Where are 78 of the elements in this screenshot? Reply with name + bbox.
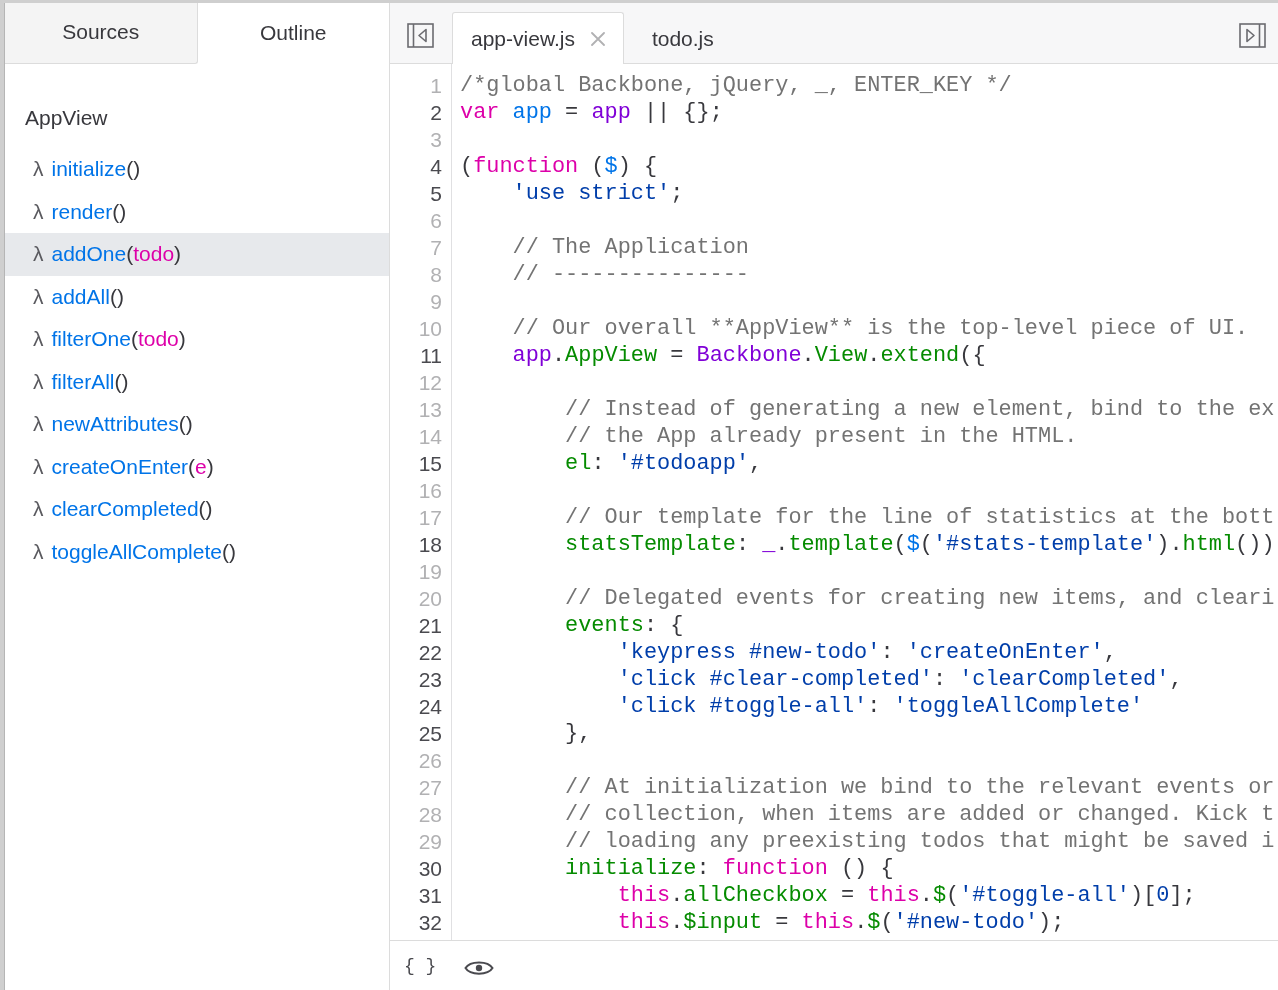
line-number: 5 [430, 181, 442, 207]
code-line: // The Application [512, 234, 749, 261]
code-line: /*global Backbone, jQuery, _, ENTER_KEY */ [460, 72, 1012, 99]
outline-item[interactable]: λ toggleAllComplete() [5, 530, 389, 573]
pane-left-icon [407, 22, 434, 48]
toggle-sidebar-button[interactable] [407, 22, 434, 48]
code-line: // the App already present in the HTML. [565, 423, 1078, 450]
code-line: initialize: function () { [565, 855, 894, 882]
sidebar-tab[interactable]: Sources [5, 3, 198, 64]
line-number: 31 [418, 883, 442, 909]
code-line: events: { [565, 612, 684, 639]
code-line: (function ($) { [460, 153, 658, 180]
line-number: 25 [418, 721, 442, 747]
file-tab-label: app-view.js [471, 26, 575, 51]
line-number: 13 [418, 397, 442, 423]
code-line: // Our overall **AppView** is the top-level piece of UI. [512, 315, 1249, 342]
code-line: // At initialization we bind to the relevant events or [565, 774, 1275, 801]
line-number: 10 [418, 316, 442, 342]
code-line: // Instead of generating a new element, bind to the ex [565, 396, 1275, 423]
line-number: 24 [418, 694, 442, 720]
pretty-print-button[interactable]: { } [404, 955, 437, 976]
outline-item[interactable]: λ addAll() [5, 275, 389, 318]
outline-item[interactable]: λ filterOne(todo) [5, 318, 389, 361]
code-line: 'click #toggle-all': 'toggleAllComplete' [617, 693, 1144, 720]
code-line: var app = app || {}; [460, 99, 723, 126]
file-tab[interactable]: app-view.js [452, 12, 624, 64]
code-line: // --------------- [512, 261, 749, 288]
code-line: app.AppView = Backbone.View.extend({ [512, 342, 986, 369]
line-number: 30 [418, 856, 442, 882]
code-line: // Our template for the line of statistics at the bott [565, 504, 1275, 531]
outline-item[interactable]: λ addOne(todo) [5, 233, 389, 276]
code-line: this.allCheckbox = this.$('#toggle-all')[0]; [617, 882, 1196, 909]
code-line: 'keypress #new-todo': 'createOnEnter', [617, 639, 1117, 666]
line-number: 14 [418, 424, 442, 450]
line-number: 8 [430, 262, 442, 288]
pane-right-icon [1239, 22, 1266, 48]
outline-item[interactable]: λ clearCompleted() [5, 488, 389, 531]
line-number: 7 [430, 235, 442, 261]
line-number: 22 [418, 640, 442, 666]
outline-item[interactable]: λ initialize() [5, 148, 389, 191]
code-line: 'click #clear-completed': 'clearCompleted', [617, 666, 1183, 693]
line-number: 32 [418, 910, 442, 936]
code-line: 'use strict'; [512, 180, 684, 207]
line-number: 3 [430, 127, 442, 153]
code-line: statsTemplate: _.template($('#stats-template').html()) [565, 531, 1275, 558]
line-number: 19 [418, 559, 442, 585]
outline-item[interactable]: λ newAttributes() [5, 403, 389, 446]
file-tab[interactable]: todo.js [632, 12, 733, 64]
code-line: this.$input = this.$('#new-todo'); [617, 909, 1065, 936]
code-line: // loading any preexisting todos that might be saved i [565, 828, 1275, 855]
outline-item[interactable]: λ createOnEnter(e) [5, 445, 389, 488]
line-number: 16 [418, 478, 442, 504]
line-number: 18 [418, 532, 442, 558]
line-number: 20 [418, 586, 442, 612]
code-line: // collection, when items are added or changed. Kick t [565, 801, 1275, 828]
line-number: 1 [430, 73, 442, 99]
toggle-panel-button[interactable] [1239, 22, 1266, 48]
line-number: 17 [418, 505, 442, 531]
line-number: 2 [430, 100, 442, 126]
line-number: 23 [418, 667, 442, 693]
line-number: 28 [418, 802, 442, 828]
outline-item[interactable]: λ filterAll() [5, 360, 389, 403]
line-number: 29 [418, 829, 442, 855]
outline-item[interactable]: λ render() [5, 190, 389, 233]
line-number: 27 [418, 775, 442, 801]
code-line: el: '#todoapp', [565, 450, 763, 477]
line-number: 12 [418, 370, 442, 396]
code-line: }, [565, 720, 592, 747]
line-number: 26 [418, 748, 442, 774]
file-tab-label: todo.js [651, 26, 714, 51]
line-number: 21 [418, 613, 442, 639]
code-line: // Delegated events for creating new items, and cleari [565, 585, 1275, 612]
line-number: 4 [430, 154, 442, 180]
line-number: 9 [430, 289, 442, 315]
line-number: 11 [420, 343, 442, 369]
line-number: 15 [418, 451, 442, 477]
outline-heading: AppView [25, 105, 108, 131]
line-number: 6 [430, 208, 442, 234]
